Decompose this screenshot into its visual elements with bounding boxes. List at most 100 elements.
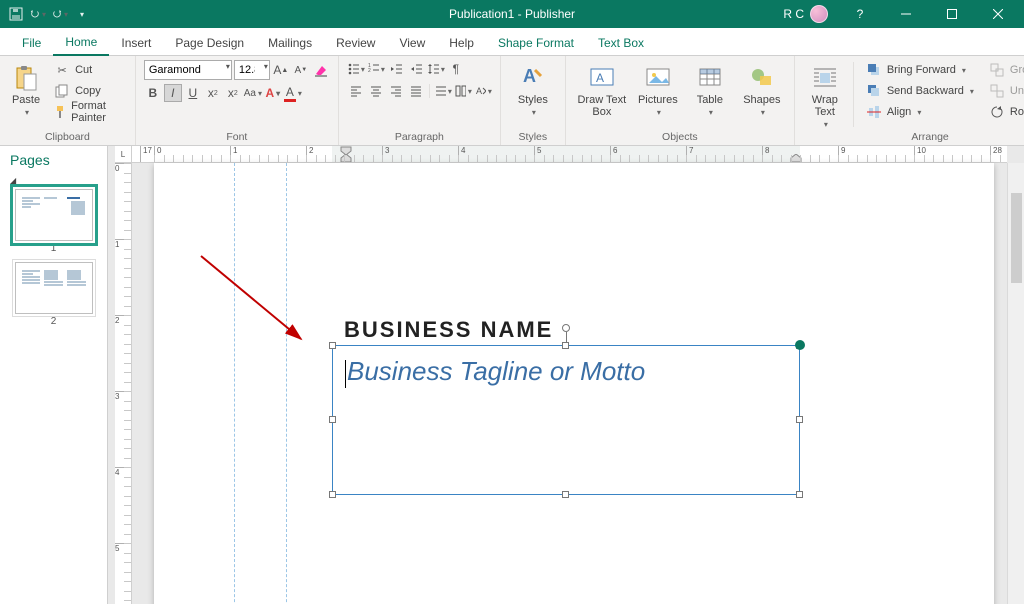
table-button[interactable]: Table [686,60,734,117]
font-name-combo[interactable]: ▾ [144,60,232,80]
tab-insert[interactable]: Insert [109,30,163,55]
pictures-button[interactable]: Pictures [634,60,682,117]
workspace: Pages ◢ 1 2 L [0,146,1024,604]
overflow-indicator[interactable] [795,340,805,350]
thumb-label-1: 1 [51,243,57,254]
columns-icon[interactable] [454,82,472,100]
left-indent-icon[interactable] [340,154,352,163]
format-painter-button[interactable]: Format Painter [48,102,127,122]
maximize-button[interactable] [930,0,974,28]
thumb-image-1 [15,189,93,241]
handle-bot-right[interactable] [796,491,803,498]
group-button[interactable]: Group [983,60,1024,80]
handle-top-mid[interactable] [562,342,569,349]
align-right-icon[interactable] [387,82,405,100]
scrollbar-vertical[interactable] [1007,163,1024,604]
align-left-icon[interactable] [347,82,365,100]
handle-top-left[interactable] [329,342,336,349]
minimize-button[interactable] [884,0,928,28]
tab-file[interactable]: File [10,30,53,55]
quick-access-toolbar: ▾ [0,6,90,22]
tab-mailings[interactable]: Mailings [256,30,324,55]
justify-icon[interactable] [407,82,425,100]
close-button[interactable] [976,0,1020,28]
help-button[interactable]: ? [838,0,882,28]
draw-text-box-button[interactable]: A Draw Text Box [574,60,630,118]
wrap-text-button[interactable]: Wrap Text [803,60,847,129]
font-size-combo[interactable]: ▾ [234,60,270,80]
bring-forward-icon [865,61,883,79]
tab-review[interactable]: Review [324,30,387,55]
pictures-icon [644,64,672,92]
copy-button[interactable]: Copy [48,81,127,101]
redo-icon[interactable] [52,6,68,22]
rotate-button[interactable]: Rotate [983,102,1024,122]
rotate-handle[interactable] [562,324,570,332]
collapse-icon[interactable]: ◢ [6,174,20,187]
handle-bot-left[interactable] [329,491,336,498]
pilcrow-icon[interactable]: ¶ [447,60,465,78]
italic-icon[interactable]: I [164,84,182,102]
group-label-font: Font [144,129,330,143]
text-effects-icon[interactable]: A [264,84,282,102]
account-button[interactable]: R C [783,5,828,23]
grow-font-icon[interactable]: A▲ [272,61,290,79]
decrease-indent-icon[interactable] [387,60,405,78]
align-button[interactable]: Align [860,102,979,122]
shapes-icon [748,64,776,92]
styles-icon: A [519,64,547,92]
handle-mid-left[interactable] [329,416,336,423]
tab-help[interactable]: Help [437,30,486,55]
svg-text:A: A [523,66,536,86]
page-thumb-1[interactable]: 1 [0,187,107,260]
ungroup-icon [988,82,1006,100]
font-size-input[interactable] [234,60,270,80]
distribute-icon[interactable] [434,82,452,100]
send-backward-button[interactable]: Send Backward [860,81,979,101]
bring-forward-button[interactable]: Bring Forward [860,60,979,80]
subscript-icon[interactable]: x2 [204,84,222,102]
ungroup-button[interactable]: Ungroup [983,81,1024,101]
handle-mid-right[interactable] [796,416,803,423]
tab-text-box[interactable]: Text Box [586,30,656,55]
customize-qat-icon[interactable]: ▾ [74,6,90,22]
ruler-corner: L [115,146,132,163]
clear-format-icon[interactable] [312,61,330,79]
business-name-text[interactable]: BUSINESS NAME [344,317,553,343]
cut-button[interactable]: ✂Cut [48,60,127,80]
char-spacing-icon[interactable]: Aa [244,84,262,102]
line-spacing-icon[interactable] [427,60,445,78]
font-color-icon[interactable]: A [284,84,302,102]
align-center-icon[interactable] [367,82,385,100]
underline-icon[interactable]: U [184,84,202,102]
tab-page-design[interactable]: Page Design [163,30,256,55]
tab-shape-format[interactable]: Shape Format [486,30,586,55]
superscript-icon[interactable]: x2 [224,84,242,102]
ruler-horizontal: 1701234567891028 [132,146,1007,163]
numbering-icon[interactable]: 12 [367,60,385,78]
rotate-icon [988,103,1006,121]
save-icon[interactable] [8,6,24,22]
user-name: R C [783,7,804,21]
shapes-button[interactable]: Shapes [738,60,786,117]
tagline-textbox[interactable]: Business Tagline or Motto [332,345,800,495]
increase-indent-icon[interactable] [407,60,425,78]
canvas-area[interactable]: L 1701234567891028 0123456 BUSINESS NAME… [108,146,1024,604]
wrap-icon [811,64,839,92]
paste-button[interactable]: Paste [8,60,44,117]
shrink-font-icon[interactable]: A▼ [292,61,310,79]
undo-icon[interactable] [30,6,46,22]
page[interactable]: BUSINESS NAME Business Tagline or Motto [154,163,994,604]
tab-home[interactable]: Home [53,29,109,56]
page-thumb-2[interactable]: 2 [0,260,107,333]
group-label-clipboard: Clipboard [8,129,127,143]
handle-bot-mid[interactable] [562,491,569,498]
paste-label: Paste [12,94,40,106]
font-name-input[interactable] [144,60,232,80]
tab-view[interactable]: View [387,30,437,55]
bullets-icon[interactable] [347,60,365,78]
text-direction-icon[interactable]: A [474,82,492,100]
tagline-content[interactable]: Business Tagline or Motto [333,346,799,398]
bold-icon[interactable]: B [144,84,162,102]
styles-button[interactable]: A Styles [509,60,557,117]
